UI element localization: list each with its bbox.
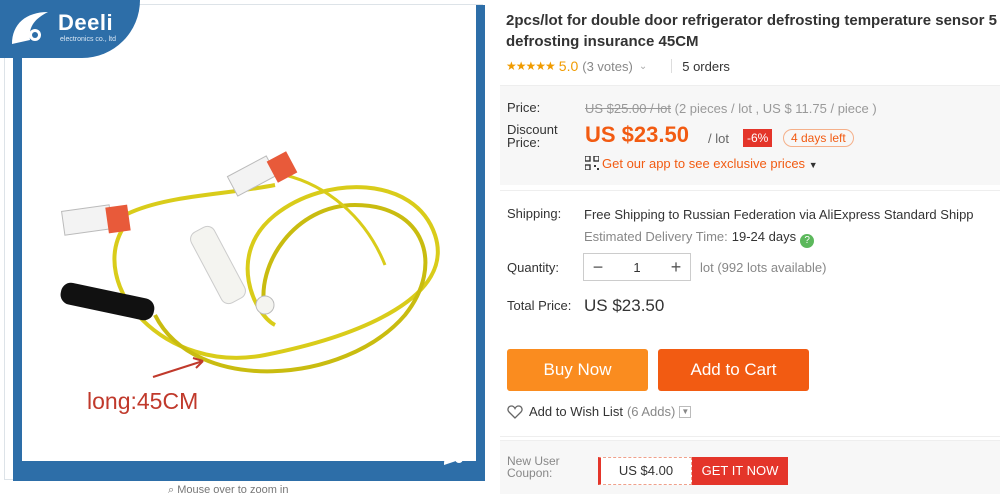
- product-page: long:45CM Deeli electronics co., ltd ⌕ M…: [0, 0, 1000, 494]
- get-app-link[interactable]: Get our app to see exclusive prices ▼: [602, 156, 818, 171]
- length-label: long:45CM: [87, 388, 199, 414]
- estimated-delivery-label: Estimated Delivery Time:: [584, 229, 728, 244]
- buy-now-button[interactable]: Buy Now: [507, 349, 648, 391]
- qr-code-icon[interactable]: [585, 156, 599, 170]
- brand-subtitle: electronics co., ltd: [60, 36, 117, 43]
- rating-divider: [671, 59, 673, 73]
- estimated-delivery: Estimated Delivery Time: 19-24 days?: [584, 229, 815, 248]
- minus-icon[interactable]: −: [584, 257, 612, 278]
- per-lot-unit: / lot: [708, 131, 729, 146]
- coupon-label-line-2: Coupon:: [507, 466, 553, 480]
- brand-logo-icon: [12, 12, 48, 44]
- free-shipping-text: Free Shipping to: [584, 207, 680, 222]
- product-image-panel: long:45CM Deeli electronics co., ltd ⌕ M…: [0, 0, 487, 494]
- sensor-cable-illustration: [60, 151, 440, 378]
- quantity-input[interactable]: 1: [612, 260, 662, 275]
- brand-name: Deeli: [58, 10, 114, 35]
- product-details: 2pcs/lot for double door refrigerator de…: [490, 0, 1000, 494]
- orders-count: 5 orders: [682, 58, 730, 74]
- get-coupon-button[interactable]: GET IT NOW: [692, 457, 788, 485]
- zoom-hint-text: Mouse over to zoom in: [177, 484, 289, 494]
- chevron-down-icon[interactable]: ▼: [679, 405, 692, 418]
- product-photo[interactable]: long:45CM: [4, 4, 485, 481]
- help-icon[interactable]: ?: [800, 234, 815, 248]
- section-divider: [500, 436, 1000, 437]
- votes-link[interactable]: (3 votes): [582, 59, 633, 74]
- product-title-line-1: 2pcs/lot for double door refrigerator de…: [506, 12, 997, 29]
- total-price-label: Total Price:: [507, 298, 572, 313]
- new-user-coupon: New User Coupon: US $4.00 GET IT NOW: [500, 440, 1000, 494]
- shipping-info[interactable]: Free Shipping to Russian Federation via …: [584, 207, 974, 222]
- heart-icon: [507, 404, 523, 419]
- rating-score: 5.0: [558, 58, 579, 74]
- total-price: US $23.50: [584, 296, 665, 315]
- price-box: Price: US $25.00 / lot (2 pieces / lot ,…: [500, 85, 1000, 185]
- shipping-label: Shipping:: [507, 206, 562, 221]
- discount-price: US $23.50: [585, 122, 689, 147]
- wishlist-count: (6 Adds): [626, 404, 676, 419]
- chevron-down-icon[interactable]: ⌄: [639, 61, 647, 72]
- wishlist-label: Add to Wish List: [529, 404, 623, 419]
- get-app-link-text: Get our app to see exclusive prices: [602, 156, 806, 171]
- product-title: 2pcs/lot for double door refrigerator de…: [506, 10, 1000, 52]
- original-price-value: US $25.00 / lot: [585, 101, 671, 116]
- zoom-hint: ⌕ Mouse over to zoom in: [168, 484, 289, 494]
- discount-badge: -6%: [743, 129, 773, 147]
- brand-corner-icon: [444, 443, 466, 465]
- add-to-cart-button[interactable]: Add to Cart: [658, 349, 809, 391]
- shipping-destination[interactable]: Russian Federation via AliExpress Standa…: [683, 207, 974, 222]
- add-to-wishlist-link[interactable]: Add to Wish List (6 Adds) ▼: [507, 404, 692, 419]
- magnifier-icon: ⌕: [168, 484, 178, 494]
- rating-stars-icon: ★★★★★: [506, 59, 556, 73]
- quantity-label: Quantity:: [507, 260, 560, 275]
- caret-down-icon: ▼: [808, 160, 818, 170]
- estimated-delivery-value: 19-24 days: [731, 229, 797, 244]
- discount-label-line-2: Price:: [507, 135, 541, 150]
- price-label: Price:: [507, 100, 541, 115]
- days-left-badge: 4 days left: [783, 129, 854, 147]
- discount-price-label: Discount Price:: [507, 123, 558, 149]
- rating-row: ★★★★★ 5.0 (3 votes) ⌄ 5 orders: [506, 58, 730, 74]
- coupon-value: US $4.00: [598, 457, 692, 485]
- section-divider: [500, 190, 1000, 191]
- quantity-stepper[interactable]: − 1 +: [583, 253, 691, 281]
- original-price-detail: (2 pieces / lot , US $ 11.75 / piece ): [674, 101, 877, 116]
- plus-icon[interactable]: +: [662, 257, 690, 278]
- quantity-availability: lot (992 lots available): [700, 260, 827, 275]
- coupon-label: New User Coupon:: [507, 455, 560, 479]
- original-price: US $25.00 / lot (2 pieces / lot , US $ 1…: [585, 101, 877, 116]
- product-title-line-2: defrosting insurance 45CM: [506, 33, 699, 50]
